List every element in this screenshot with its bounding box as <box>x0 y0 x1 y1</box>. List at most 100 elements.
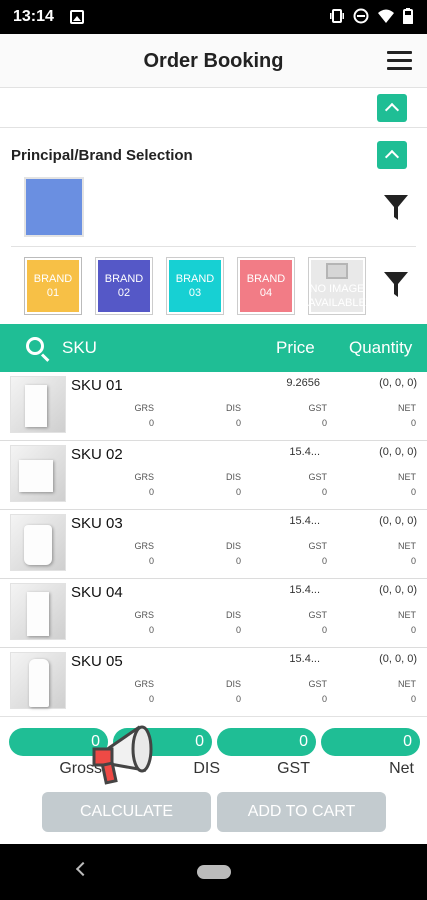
grs-label: GRS <box>134 472 154 482</box>
page-title: Order Booking <box>143 50 284 72</box>
dis-label: DIS <box>225 541 241 551</box>
dis-value: 0 <box>235 625 241 635</box>
sku-row[interactable]: SKU 03 15.4... (0, 0, 0) GRS DIS GST NET… <box>0 510 427 579</box>
megaphone-icon[interactable] <box>84 720 164 790</box>
status-time: 13:14 <box>13 8 54 25</box>
status-bar: 13:14 <box>0 0 427 34</box>
sku-search-label[interactable]: SKU <box>62 338 97 358</box>
sku-row[interactable]: SKU 01 9.2656 (0, 0, 0) GRS DIS GST NET … <box>0 372 427 441</box>
sku-thumbnail <box>10 376 66 433</box>
gst-value: 0 <box>321 625 327 635</box>
net-value: 0 <box>410 625 416 635</box>
grs-value: 0 <box>148 694 154 704</box>
grs-label: GRS <box>134 610 154 620</box>
gst-label: GST <box>308 403 327 413</box>
net-total-label: Net <box>389 760 414 777</box>
dis-value: 0 <box>235 418 241 428</box>
sku-name: SKU 02 <box>71 446 123 463</box>
brand-tile-no-image[interactable]: NO IMAGE AVAILABLE <box>308 257 366 315</box>
sku-row[interactable]: SKU 04 15.4... (0, 0, 0) GRS DIS GST NET… <box>0 579 427 648</box>
status-icons <box>329 8 413 29</box>
order-booking-screen: 13:14 Order Booking Principal/Brand Sele… <box>0 0 427 900</box>
brand-02-label: BRAND <box>104 273 144 285</box>
principal-filter-icon[interactable] <box>384 195 408 221</box>
brand-tile-01[interactable]: BRAND 01 <box>24 257 82 315</box>
sku-name: SKU 05 <box>71 653 123 670</box>
gst-value: 0 <box>321 556 327 566</box>
app-bar: Order Booking <box>0 34 427 88</box>
grs-label: GRS <box>134 679 154 689</box>
sku-price: 15.4... <box>289 515 320 527</box>
sku-quantity[interactable]: (0, 0, 0) <box>379 446 417 458</box>
wifi-icon <box>377 8 395 29</box>
brand-03-number: 03 <box>188 287 202 299</box>
brand-04-label: BRAND <box>246 273 286 285</box>
add-to-cart-button[interactable]: ADD TO CART <box>217 792 386 832</box>
net-value: 0 <box>410 418 416 428</box>
net-label: NET <box>398 610 416 620</box>
section-label: Principal/Brand Selection <box>11 147 193 164</box>
brand-04-number: 04 <box>259 287 273 299</box>
grs-label: GRS <box>134 541 154 551</box>
gst-total-label: GST <box>277 760 310 777</box>
calculate-button[interactable]: CALCULATE <box>42 792 211 832</box>
brand-01-label: BRAND <box>33 273 73 285</box>
home-pill-icon[interactable] <box>197 865 231 879</box>
dis-label: DIS <box>225 472 241 482</box>
sku-quantity[interactable]: (0, 0, 0) <box>379 653 417 665</box>
search-icon[interactable] <box>26 337 44 355</box>
collapse-chevron-up-icon[interactable] <box>377 94 407 122</box>
grs-value: 0 <box>148 556 154 566</box>
menu-icon[interactable] <box>387 51 412 71</box>
net-value: 0 <box>410 694 416 704</box>
brand-tile-02[interactable]: BRAND 02 <box>95 257 153 315</box>
sku-name: SKU 04 <box>71 584 123 601</box>
grs-value: 0 <box>148 625 154 635</box>
do-not-disturb-icon <box>353 8 369 29</box>
dis-label: DIS <box>225 679 241 689</box>
sku-list-header: SKU Price Quantity <box>0 324 427 372</box>
brand-list: BRAND 01 BRAND 02 BRAND 03 BRAND 04 NO IMAGE… <box>11 246 416 324</box>
dis-value: 0 <box>235 556 241 566</box>
net-label: NET <box>398 403 416 413</box>
brand-03-swatch: BRAND 03 <box>169 260 221 312</box>
brand-filter-icon[interactable] <box>384 272 408 298</box>
dis-label: DIS <box>225 610 241 620</box>
dis-value: 0 <box>235 694 241 704</box>
sku-row[interactable]: SKU 02 15.4... (0, 0, 0) GRS DIS GST NET… <box>0 441 427 510</box>
gst-label: GST <box>308 610 327 620</box>
brand-02-number: 02 <box>117 287 131 299</box>
dis-label: DIS <box>225 403 241 413</box>
no-image-icon <box>326 262 348 279</box>
battery-icon <box>403 8 413 29</box>
sku-list: SKU 01 9.2656 (0, 0, 0) GRS DIS GST NET … <box>0 372 427 716</box>
sku-quantity[interactable]: (0, 0, 0) <box>379 584 417 596</box>
price-column-header: Price <box>276 338 315 357</box>
brand-02-swatch: BRAND 02 <box>98 260 150 312</box>
net-label: NET <box>398 541 416 551</box>
grs-value: 0 <box>148 487 154 497</box>
quantity-column-header: Quantity <box>349 338 413 357</box>
dis-value: 0 <box>235 487 241 497</box>
sku-quantity[interactable]: (0, 0, 0) <box>379 377 417 389</box>
principal-tile[interactable] <box>24 177 84 237</box>
sku-thumbnail <box>10 514 66 571</box>
sku-quantity[interactable]: (0, 0, 0) <box>379 515 417 527</box>
brand-04-swatch: BRAND 04 <box>240 260 292 312</box>
brand-collapse-chevron-up-icon[interactable] <box>377 141 407 169</box>
sku-price: 9.2656 <box>286 377 320 389</box>
brand-01-swatch: BRAND 01 <box>27 260 79 312</box>
brand-tile-04[interactable]: BRAND 04 <box>237 257 295 315</box>
net-total-value: 0 <box>321 728 420 756</box>
system-nav-bar <box>0 844 427 900</box>
net-label: NET <box>398 679 416 689</box>
image-notification-icon <box>70 10 84 24</box>
net-value: 0 <box>410 556 416 566</box>
sku-thumbnail <box>10 583 66 640</box>
gst-value: 0 <box>321 694 327 704</box>
brand-tile-03[interactable]: BRAND 03 <box>166 257 224 315</box>
sku-price: 15.4... <box>289 653 320 665</box>
no-image-placeholder: NO IMAGE AVAILABLE <box>308 260 366 312</box>
back-icon[interactable] <box>75 861 91 877</box>
sku-row[interactable]: SKU 05 15.4... (0, 0, 0) GRS DIS GST NET… <box>0 648 427 716</box>
